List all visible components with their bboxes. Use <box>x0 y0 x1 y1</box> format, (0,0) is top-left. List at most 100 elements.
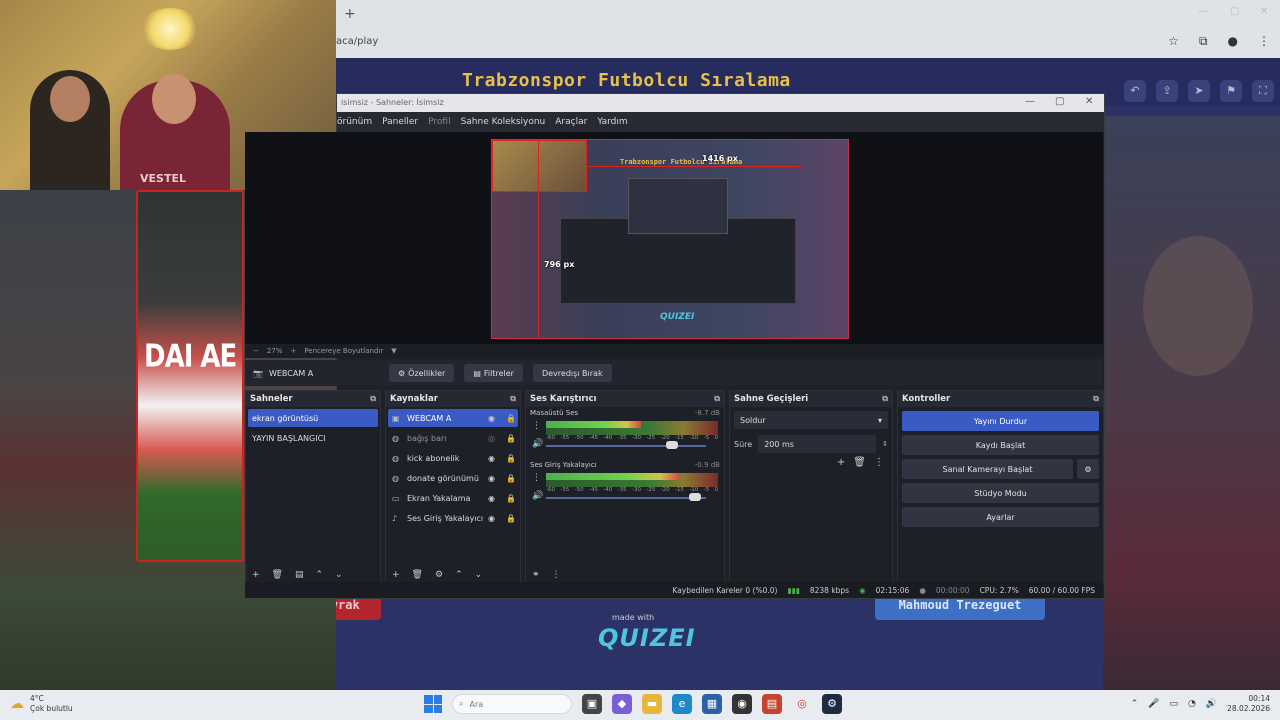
down-icon[interactable]: ⌄ <box>335 570 343 580</box>
menu-profile[interactable]: Profil <box>428 117 450 127</box>
eye-icon[interactable]: ◉ <box>488 414 495 423</box>
weather-widget[interactable]: ☁ 4°C Çok bulutlu <box>10 694 73 714</box>
taskbar-search[interactable]: ⌕ Ara <box>452 694 572 714</box>
clock[interactable]: 00:14 28.02.2026 <box>1227 694 1270 714</box>
add-icon[interactable]: + <box>392 570 400 580</box>
source-item[interactable]: ◍ donate görünümü ◉ 🔒 <box>388 469 518 487</box>
volume-knob[interactable] <box>666 441 678 449</box>
speaker-icon[interactable]: 🔊 <box>532 491 543 501</box>
eye-icon[interactable]: ◉ <box>488 474 495 483</box>
source-item[interactable]: ◍ bağış barı ◎ 🔒 <box>388 429 518 447</box>
menu-docks[interactable]: Paneller <box>382 117 418 127</box>
up-icon[interactable]: ⌃ <box>455 570 463 580</box>
zoom-in-button[interactable]: + <box>290 347 296 355</box>
start-button[interactable] <box>424 695 442 713</box>
stop-stream-button[interactable]: Yayını Durdur <box>902 411 1099 431</box>
new-tab-button[interactable]: + <box>344 6 356 22</box>
app-icon[interactable]: ▤ <box>762 694 782 714</box>
address-bar[interactable]: aca/play ☆ ⧉ ● ⋮ <box>336 28 1280 58</box>
lock-icon[interactable]: 🔒 <box>506 414 516 423</box>
webcam-source-box[interactable] <box>492 140 587 192</box>
lock-icon[interactable]: 🔒 <box>506 494 516 503</box>
kebab-icon[interactable]: ⋮ <box>874 457 884 468</box>
stepper-icon[interactable]: ⇕ <box>882 440 888 448</box>
chrome-icon[interactable]: ◎ <box>792 694 812 714</box>
store-icon[interactable]: ▦ <box>702 694 722 714</box>
network-icon[interactable]: ◔ <box>1188 699 1196 709</box>
scene-item[interactable]: YAYIN BAŞLANGICI <box>248 429 378 447</box>
eye-icon[interactable]: ◉ <box>488 454 495 463</box>
zoom-out-button[interactable]: − <box>253 347 259 355</box>
source-item[interactable]: ▭ Ekran Yakalama ◉ 🔒 <box>388 489 518 507</box>
fit-window-button[interactable]: Pencereye Boyutlandır <box>304 347 383 355</box>
preview-canvas[interactable]: Trabzonspor Futbolcu Sıralama 1416 px 79… <box>491 139 849 339</box>
undo-icon[interactable]: ↶ <box>1124 80 1146 102</box>
add-icon[interactable]: + <box>252 570 260 580</box>
studio-mode-button[interactable]: Stüdyo Modu <box>902 483 1099 503</box>
lock-icon[interactable]: 🔒 <box>506 454 516 463</box>
share-icon[interactable]: ⇪ <box>1156 80 1178 102</box>
start-record-button[interactable]: Kaydı Başlat <box>902 435 1099 455</box>
trash-icon[interactable]: 🗑 <box>412 570 423 580</box>
app-icon[interactable]: ◆ <box>612 694 632 714</box>
maximize-icon[interactable]: ▢ <box>1055 96 1064 107</box>
undock-icon[interactable]: ⧉ <box>510 394 516 404</box>
gear-icon[interactable]: ⚙ <box>435 570 443 580</box>
folder-icon[interactable]: ▬ <box>642 694 662 714</box>
minimize-icon[interactable]: — <box>1025 96 1035 107</box>
properties-button[interactable]: ⚙ Özellikler <box>389 364 455 382</box>
down-icon[interactable]: ⌄ <box>475 570 483 580</box>
eye-icon[interactable]: ◉ <box>488 494 495 503</box>
lock-icon[interactable]: 🔒 <box>506 434 516 443</box>
eye-icon[interactable]: ◉ <box>488 514 495 523</box>
kebab-icon[interactable]: ⋮ <box>532 421 541 431</box>
undock-icon[interactable]: ⧉ <box>714 394 720 404</box>
volume-slider[interactable]: 🔊 <box>532 439 720 451</box>
settings-button[interactable]: Ayarlar <box>902 507 1099 527</box>
close-icon[interactable]: ✕ <box>1085 96 1093 107</box>
trash-icon[interactable]: 🗑 <box>853 457 866 468</box>
speaker-icon[interactable]: 🔊 <box>532 439 543 449</box>
filter-icon[interactable]: ▤ <box>295 570 304 580</box>
volume-icon[interactable]: 🔊 <box>1206 699 1217 709</box>
fullscreen-icon[interactable]: ⛶ <box>1252 80 1274 102</box>
undock-icon[interactable]: ⧉ <box>882 394 888 404</box>
menu-tools[interactable]: Araçlar <box>555 117 587 127</box>
profile-icon[interactable]: ● <box>1228 34 1238 49</box>
undock-icon[interactable]: ⧉ <box>370 394 376 404</box>
mic-icon[interactable]: 🎤 <box>1148 699 1159 709</box>
up-icon[interactable]: ⌃ <box>316 570 324 580</box>
volume-knob[interactable] <box>688 493 701 501</box>
virtual-camera-button[interactable]: Sanal Kamerayı Başlat <box>902 459 1073 479</box>
chevron-up-icon[interactable]: ⌃ <box>1131 699 1139 709</box>
flag-icon[interactable]: ⚑ <box>1220 80 1242 102</box>
filters-button[interactable]: ▤ Filtreler <box>464 364 523 382</box>
menu-view[interactable]: örünüm <box>337 117 372 127</box>
lock-icon[interactable]: 🔒 <box>506 474 516 483</box>
deactivate-button[interactable]: Devredışı Bırak <box>532 364 612 382</box>
duration-input[interactable]: 200 ms <box>758 435 877 453</box>
display-icon[interactable]: ▭ <box>1169 699 1178 709</box>
star-icon[interactable]: ☆ <box>1168 34 1179 49</box>
gear-icon[interactable]: ⚙ <box>1077 459 1099 479</box>
source-item[interactable]: ◍ kick abonelik ◉ 🔒 <box>388 449 518 467</box>
minimize-icon[interactable]: — <box>1198 6 1208 17</box>
edge-icon[interactable]: e <box>672 694 692 714</box>
lock-icon[interactable]: 🔒 <box>506 514 516 523</box>
scene-item[interactable]: ekran görüntüsü <box>248 409 378 427</box>
add-icon[interactable]: + <box>837 457 845 468</box>
trash-icon[interactable]: 🗑 <box>272 570 283 580</box>
source-item[interactable]: ▣ WEBCAM A ◉ 🔒 <box>388 409 518 427</box>
menu-scene-collection[interactable]: Sahne Koleksiyonu <box>461 117 546 127</box>
obs-preview[interactable]: Trabzonspor Futbolcu Sıralama 1416 px 79… <box>245 132 1103 344</box>
undock-icon[interactable]: ⧉ <box>1093 394 1099 404</box>
transition-select[interactable]: Soldur ▾ <box>734 411 888 429</box>
eye-off-icon[interactable]: ◎ <box>488 434 495 443</box>
task-view-icon[interactable]: ▣ <box>582 694 602 714</box>
close-icon[interactable]: ✕ <box>1260 6 1268 17</box>
send-icon[interactable]: ➤ <box>1188 80 1210 102</box>
extension-icon[interactable]: ⧉ <box>1199 34 1208 49</box>
chevron-down-icon[interactable]: ▼ <box>391 347 396 355</box>
kebab-icon[interactable]: ⋮ <box>552 570 561 580</box>
steam-icon[interactable]: ⚙ <box>822 694 842 714</box>
